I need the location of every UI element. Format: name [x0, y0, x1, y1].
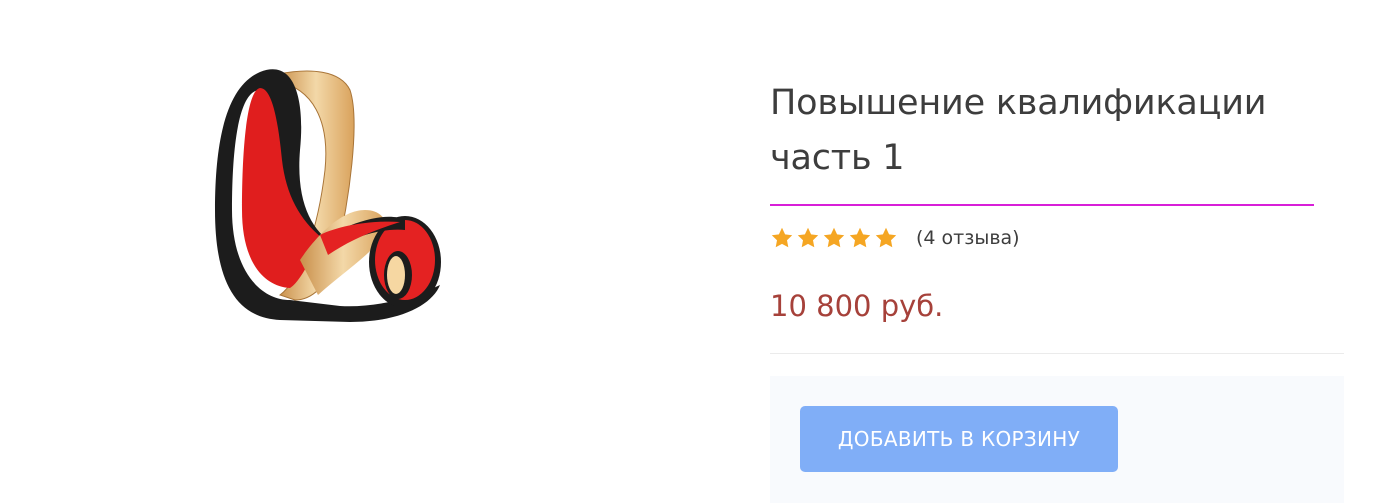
- divider: [770, 353, 1344, 354]
- title-underline: [770, 204, 1314, 206]
- star-icon: [848, 226, 872, 250]
- star-icon: [796, 226, 820, 250]
- reviews-link[interactable]: (4 отзыва): [916, 227, 1020, 249]
- add-to-cart-panel: ДОБАВИТЬ В КОРЗИНУ: [770, 376, 1344, 503]
- add-to-cart-button[interactable]: ДОБАВИТЬ В КОРЗИНУ: [800, 406, 1118, 472]
- star-icon: [874, 226, 898, 250]
- product-rating: (4 отзыва): [770, 225, 1344, 251]
- product-summary: Повышение квалификации часть 1 (4 отзыва…: [770, 76, 1344, 503]
- product-image[interactable]: [200, 60, 460, 335]
- star-icon: [822, 226, 846, 250]
- product-price: 10 800 руб.: [770, 289, 944, 323]
- star-icon: [770, 226, 794, 250]
- product-page: Повышение квалификации часть 1 (4 отзыва…: [0, 0, 1391, 503]
- ribbon-chair-logo-icon: [215, 69, 441, 322]
- product-title: Повышение квалификации часть 1: [770, 83, 1267, 178]
- star-rating: [770, 226, 898, 250]
